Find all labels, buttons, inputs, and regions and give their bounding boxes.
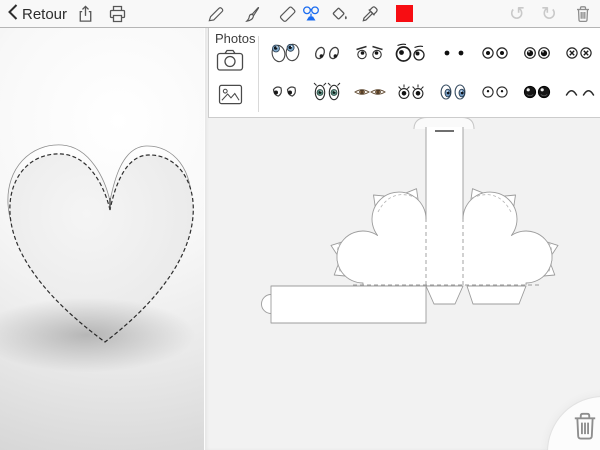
brush-tool[interactable] <box>240 3 262 25</box>
chevron-left-icon <box>6 3 20 26</box>
eraser-tool[interactable] <box>276 3 298 25</box>
eyes-side-glance-sticker[interactable] <box>265 72 307 111</box>
fill-tool[interactable] <box>328 3 350 25</box>
preview-3d[interactable] <box>0 28 204 450</box>
trash-icon[interactable] <box>572 3 594 25</box>
eyes-x-dead-icon <box>562 41 598 65</box>
photo-library-icon[interactable] <box>218 84 243 108</box>
eyes-green-lashes-sticker[interactable] <box>307 72 349 111</box>
redo-icon[interactable]: ↻ <box>538 3 560 25</box>
eyes-lashes-round-sticker[interactable] <box>391 72 433 111</box>
eyes-glance-up-left-blue-icon <box>268 41 304 65</box>
eyes-wide-mismatched-sticker[interactable] <box>391 33 433 72</box>
eyes-skeptical-brows-sticker[interactable] <box>349 33 391 72</box>
eyes-blue-oval-right-sticker[interactable] <box>433 72 475 111</box>
heart-shadow <box>0 296 200 374</box>
eyes-large-pupil-sticker[interactable] <box>517 33 559 72</box>
eyes-skeptical-brows-icon <box>352 41 388 65</box>
eyes-green-lashes-icon <box>310 80 346 104</box>
eyes-squint-horizontal-sticker[interactable] <box>349 72 391 111</box>
camera-icon[interactable] <box>216 48 244 75</box>
eyes-tiny-pupil-icon <box>478 80 514 104</box>
toolbar: Retour <box>0 0 600 28</box>
eyedropper-tool[interactable] <box>358 3 380 25</box>
eyes-glance-up-left-blue-sticker[interactable] <box>265 33 307 72</box>
back-label: Retour <box>22 6 67 23</box>
eyes-dots-sticker[interactable] <box>433 33 475 72</box>
eyes-side-glance-icon <box>268 80 304 104</box>
panel-title: Photos <box>215 31 255 46</box>
pencil-tool[interactable] <box>204 3 226 25</box>
eyes-closed-arcs-sticker[interactable] <box>559 72 600 111</box>
eyes-droopy-down-sticker[interactable] <box>307 33 349 72</box>
eyes-x-dead-sticker[interactable] <box>559 33 600 72</box>
eyes-black-glossy-icon <box>520 80 556 104</box>
print-icon[interactable] <box>106 3 128 25</box>
back-button[interactable]: Retour <box>6 0 67 28</box>
template-pane: Photos <box>204 28 600 450</box>
eyes-large-pupil-icon <box>520 41 556 65</box>
color-swatch[interactable] <box>396 5 413 22</box>
eyes-lashes-round-icon <box>394 80 430 104</box>
eyes-closed-arcs-icon <box>562 80 598 104</box>
eyes-small-pupil-sticker[interactable] <box>475 33 517 72</box>
stickers-tool[interactable] <box>300 3 322 25</box>
heart-3d-model <box>0 28 204 450</box>
undo-icon[interactable]: ↺ <box>506 3 528 25</box>
eyes-dots-icon <box>436 41 472 65</box>
eyes-squint-horizontal-icon <box>352 80 388 104</box>
trash-icon <box>568 409 600 443</box>
app-window: Retour <box>0 0 600 450</box>
eyes-black-glossy-sticker[interactable] <box>517 72 559 111</box>
eyes-droopy-down-icon <box>310 41 346 65</box>
panel-divider <box>258 36 259 112</box>
share-icon[interactable] <box>74 3 96 25</box>
net-band <box>426 127 463 285</box>
sticker-grid <box>265 33 600 111</box>
eyes-wide-mismatched-icon <box>394 41 430 65</box>
photos-panel: Photos <box>208 28 600 118</box>
eyes-small-pupil-icon <box>478 41 514 65</box>
net-base-panel <box>271 286 426 323</box>
eyes-blue-oval-right-icon <box>436 80 472 104</box>
eyes-tiny-pupil-sticker[interactable] <box>475 72 517 111</box>
